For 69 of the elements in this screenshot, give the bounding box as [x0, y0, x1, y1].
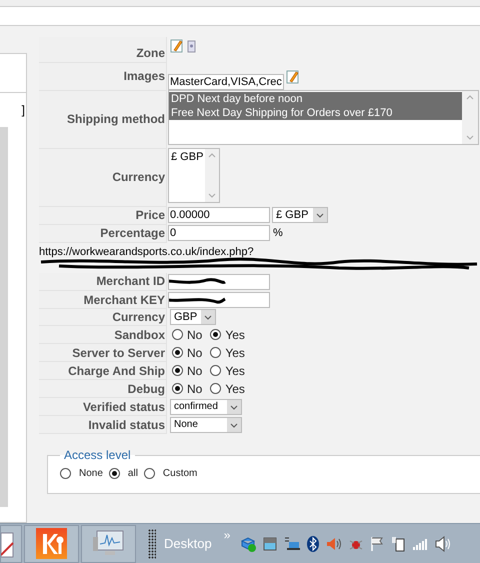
radio-button[interactable] — [60, 468, 71, 479]
laptop-icon[interactable] — [284, 536, 300, 550]
radio-button[interactable] — [210, 347, 222, 358]
radio-label: No — [187, 382, 202, 396]
field-label: Shipping method — [67, 112, 165, 126]
radio-button[interactable] — [144, 468, 155, 479]
field-label: Percentage — [100, 226, 165, 240]
radio-label: Yes — [225, 328, 245, 342]
toolbar-grip-icon[interactable] — [148, 528, 156, 558]
speaker-icon[interactable] — [326, 536, 342, 550]
pencil-icon[interactable] — [286, 70, 300, 84]
list-option[interactable]: Free Next Day Shipping for Orders over £170 — [169, 106, 462, 120]
radio-label: No — [187, 346, 202, 360]
currency-listbox[interactable]: £ GBP — [168, 148, 220, 203]
radio-button[interactable] — [210, 383, 222, 394]
volume-icon[interactable] — [435, 536, 452, 552]
field-label: Charge And Ship — [68, 364, 165, 378]
bluetooth-icon[interactable] — [307, 536, 320, 552]
taskbar-app-button[interactable] — [81, 524, 136, 562]
pencil-icon[interactable] — [170, 39, 184, 53]
radio-label: None — [79, 468, 103, 479]
radio-label: Yes — [225, 346, 245, 360]
taskbar-app-button[interactable] — [0, 524, 22, 562]
price-input[interactable]: 0.00000 — [168, 207, 270, 223]
box-icon[interactable] — [240, 536, 256, 552]
list-option[interactable]: £ GBP — [169, 150, 206, 164]
taskbar-app-button[interactable] — [24, 524, 79, 562]
field-label: Merchant ID — [96, 274, 165, 288]
currency-select[interactable]: GBP — [170, 309, 216, 325]
access-level-legend: Access level — [60, 448, 135, 462]
radio-label: No — [187, 328, 202, 342]
percentage-input[interactable]: 0 — [168, 225, 270, 241]
app-logo-icon — [36, 528, 68, 560]
field-label: Debug — [128, 382, 165, 396]
field-label: Invalid status — [88, 418, 165, 432]
field-label: Images — [124, 69, 165, 83]
radio-button[interactable] — [172, 365, 183, 376]
field-label: Sandbox — [114, 328, 165, 342]
radio-label: Custom — [162, 468, 198, 479]
field-label: Price — [136, 208, 165, 222]
flag-icon[interactable] — [370, 536, 384, 552]
field-label: Zone — [136, 46, 165, 60]
merchant-id-input[interactable] — [168, 274, 270, 290]
radio-label: No — [187, 364, 202, 378]
bracket-text: ] — [22, 103, 25, 117]
merchant-key-input[interactable] — [168, 292, 270, 308]
field-label: Currency — [112, 310, 165, 324]
unit-text: % — [273, 227, 283, 239]
radio-label: Yes — [225, 364, 245, 378]
field-label: Verified status — [82, 400, 165, 414]
radio-button[interactable] — [210, 329, 222, 340]
shipping-listbox[interactable]: DPD Next day before noon Free Next Day Shipping for Orders over £170 — [168, 90, 479, 145]
images-input[interactable]: MasterCard,VISA,Crec — [168, 74, 284, 90]
radio-button[interactable] — [172, 329, 183, 340]
field-label: Server to Server — [72, 346, 165, 360]
field-label: Currency — [112, 170, 165, 184]
trash-icon[interactable] — [186, 39, 196, 53]
list-option[interactable]: DPD Next day before noon — [169, 92, 462, 106]
currency-select[interactable]: £ GBP — [272, 207, 328, 223]
radio-button[interactable] — [108, 468, 120, 479]
radio-button[interactable] — [172, 383, 183, 394]
radio-button[interactable] — [172, 347, 183, 358]
radio-label: Yes — [225, 382, 245, 396]
invalid-status-select[interactable]: None — [170, 416, 242, 432]
field-label: Merchant KEY — [84, 292, 165, 306]
notify-url-text: https://workwearandsports.co.uk/index.php? — [39, 246, 255, 258]
radio-button[interactable] — [210, 365, 222, 376]
verified-status-select[interactable]: confirmed — [170, 398, 242, 414]
radio-label: all — [128, 468, 138, 479]
